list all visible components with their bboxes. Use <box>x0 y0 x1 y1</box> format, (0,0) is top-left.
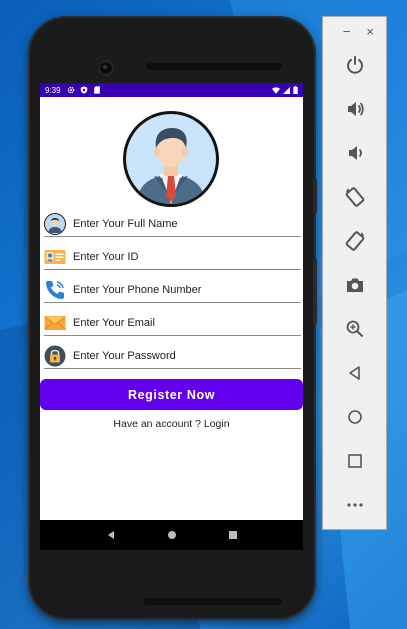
wifi-icon <box>272 86 280 94</box>
full-name-field[interactable]: Enter Your Full Name <box>44 211 301 237</box>
overview-icon[interactable] <box>343 449 367 473</box>
shield-icon <box>80 86 87 94</box>
back-icon[interactable] <box>343 361 367 385</box>
settings-icon <box>67 86 74 94</box>
battery-icon <box>293 86 298 94</box>
volume-up-icon[interactable] <box>343 97 367 121</box>
rotate-right-icon[interactable] <box>343 229 367 253</box>
envelope-icon <box>44 315 66 330</box>
status-bar: 9:39 <box>40 83 303 97</box>
nav-back-icon[interactable] <box>106 530 116 540</box>
rotate-left-icon[interactable] <box>343 185 367 209</box>
volume-down-icon[interactable] <box>343 141 367 165</box>
businessman-icon <box>136 128 206 204</box>
phone-placeholder: Enter Your Phone Number <box>73 283 202 296</box>
status-time: 9:39 <box>45 85 61 95</box>
phone-field[interactable]: Enter Your Phone Number <box>44 277 301 303</box>
top-speaker <box>146 63 282 70</box>
minimize-button[interactable]: − <box>343 25 351 38</box>
id-field[interactable]: Enter Your ID <box>44 244 301 270</box>
profile-avatar[interactable] <box>123 111 219 207</box>
bottom-speaker <box>144 598 282 605</box>
app-screen: 9:39 Enter Your Full Name Enter Your ID … <box>40 83 303 549</box>
nav-home-icon[interactable] <box>167 530 177 540</box>
power-icon[interactable] <box>343 53 367 77</box>
lock-icon <box>44 345 66 366</box>
password-field[interactable]: Enter Your Password <box>44 343 301 369</box>
camera-icon[interactable] <box>343 273 367 297</box>
id-card-icon <box>44 249 66 264</box>
home-icon[interactable] <box>343 405 367 429</box>
signal-icon <box>283 86 290 94</box>
password-placeholder: Enter Your Password <box>73 349 176 362</box>
power-side-button <box>313 178 317 214</box>
zoom-icon[interactable] <box>343 317 367 341</box>
more-icon[interactable] <box>343 493 367 517</box>
phone-icon <box>46 280 64 299</box>
sd-card-icon <box>93 86 100 94</box>
id-placeholder: Enter Your ID <box>73 250 139 263</box>
register-button[interactable]: Register Now <box>40 379 303 410</box>
email-field[interactable]: Enter Your Email <box>44 310 301 336</box>
android-nav-bar <box>40 520 303 550</box>
front-camera <box>100 62 112 74</box>
email-placeholder: Enter Your Email <box>73 316 155 329</box>
close-button[interactable]: × <box>366 25 374 38</box>
login-link[interactable]: Have an account ? Login <box>40 418 303 430</box>
full-name-placeholder: Enter Your Full Name <box>73 217 178 230</box>
person-icon <box>44 212 66 235</box>
emulator-toolbar: − × <box>322 16 387 530</box>
nav-overview-icon[interactable] <box>228 530 238 540</box>
volume-side-button <box>313 258 317 324</box>
